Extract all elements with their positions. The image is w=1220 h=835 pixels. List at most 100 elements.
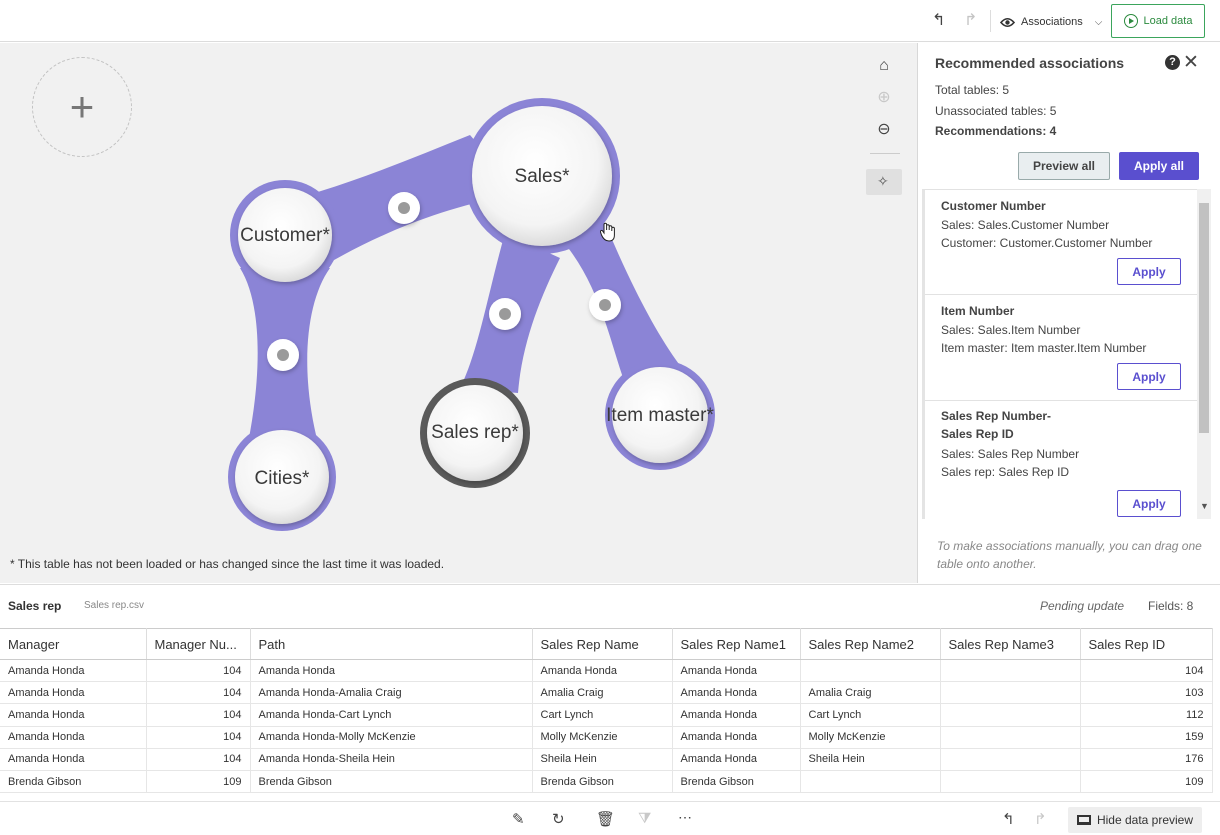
toolbar-divider	[990, 10, 991, 32]
preview-all-button[interactable]: Preview all	[1018, 152, 1110, 180]
table-row: Amanda Honda 104 Amanda Honda-Cart Lynch…	[0, 703, 1213, 727]
column-header[interactable]: Manager	[0, 628, 147, 660]
recommendation-card: Item Number Sales: Sales.Item Number Ite…	[925, 295, 1199, 401]
data-preview-header: Sales rep Sales rep.csv Pending update F…	[0, 584, 1220, 626]
bottom-toolbar: ✎ ↻ 🗑 ⧩ ⋯ ↰ ↱ Hide data preview	[0, 801, 1220, 835]
apply-all-button[interactable]: Apply all	[1119, 152, 1199, 180]
table-cell: Amanda Honda	[672, 659, 801, 683]
edit-icon[interactable]: ✎	[512, 810, 525, 828]
scroll-down-icon[interactable]: ▼	[1200, 501, 1209, 511]
canvas-footnote: * This table has not been loaded or has …	[10, 557, 445, 571]
associations-dropdown[interactable]: Associations ⌵	[994, 9, 1108, 35]
refresh-icon[interactable]: ↻	[552, 810, 565, 828]
recommendation-line: Item master: Item master.Item Number	[941, 341, 1147, 355]
table-cell: Amalia Craig	[532, 681, 673, 705]
table-cell	[940, 748, 1081, 771]
monitor-icon	[1076, 815, 1091, 825]
eye-icon	[1000, 17, 1015, 27]
help-icon[interactable]: ?	[1165, 55, 1180, 70]
delete-icon[interactable]: 🗑	[596, 810, 615, 828]
filter-icon: ⧩	[638, 810, 652, 827]
sales-node-label: Sales*	[514, 166, 570, 187]
undo-icon[interactable]: ↰	[932, 11, 945, 31]
table-cell: Amanda Honda-Amalia Craig	[250, 681, 533, 705]
table-cell: Brenda Gibson	[672, 770, 801, 794]
recommendation-line: Sales: Sales.Customer Number	[941, 218, 1110, 232]
table-cell: Brenda Gibson	[250, 770, 533, 794]
preview-file-name: Sales rep.csv	[84, 600, 145, 611]
table-cell: 104	[146, 748, 251, 771]
close-icon[interactable]: ✕	[1183, 51, 1199, 74]
table-cell	[940, 703, 1081, 727]
scrollbar-thumb[interactable]	[1199, 203, 1209, 433]
table-cell: Molly McKenzie	[532, 726, 673, 749]
chevron-down-icon: ⌵	[1094, 16, 1103, 28]
table-header-row: Manager Manager Nu... Path Sales Rep Nam…	[0, 628, 1213, 660]
table-cell: 159	[1080, 726, 1213, 749]
manual-association-hint: To make associations manually, you can d…	[937, 539, 1202, 571]
zoom-in-icon: ⊕	[877, 89, 891, 106]
table-cell: Amanda Honda	[672, 681, 801, 705]
play-icon	[1123, 14, 1138, 28]
table-cell: Amanda Honda-Sheila Hein	[250, 748, 533, 771]
table-cell: Amalia Craig	[800, 681, 941, 705]
recommendation-title: Sales Rep Number-Sales Rep ID	[941, 409, 1052, 441]
table-cell: Amanda Honda-Cart Lynch	[250, 703, 533, 727]
link-sales-itemmaster	[560, 223, 690, 383]
preview-table-name: Sales rep	[8, 599, 62, 613]
table-cell: Brenda Gibson	[0, 770, 147, 794]
recommendation-list[interactable]: Customer Number Sales: Sales.Customer Nu…	[922, 189, 1208, 519]
table-cell	[800, 659, 941, 683]
redo-icon: ↱	[964, 12, 978, 29]
association-graph	[228, 98, 715, 531]
apply-button[interactable]: Apply	[1117, 258, 1181, 285]
table-cell: Amanda Honda	[532, 659, 673, 683]
table-cell: Amanda Honda	[0, 748, 147, 771]
table-cell: Cart Lynch	[800, 703, 941, 727]
tool-divider	[870, 153, 900, 154]
column-header[interactable]: Sales Rep Name2	[800, 628, 941, 660]
column-header[interactable]: Sales Rep ID	[1080, 628, 1213, 660]
table-cell: 104	[146, 726, 251, 749]
load-data-label: Load data	[1143, 15, 1193, 27]
apply-button[interactable]: Apply	[1117, 363, 1181, 390]
recommendation-line: Sales: Sales Rep Number	[941, 447, 1080, 461]
column-header[interactable]: Sales Rep Name1	[672, 628, 801, 660]
column-header[interactable]: Sales Rep Name3	[940, 628, 1081, 660]
table-cell: 104	[146, 659, 251, 683]
table-cell	[940, 770, 1081, 794]
load-data-button[interactable]: Load data	[1111, 4, 1205, 38]
hide-data-preview-button[interactable]: Hide data preview	[1068, 807, 1202, 833]
home-icon[interactable]: ⌂	[866, 57, 902, 75]
total-tables: Total tables: 5	[935, 83, 1010, 97]
customer-node-label: Customer*	[240, 225, 330, 246]
zoom-out-icon[interactable]: ⊖	[866, 119, 902, 139]
column-header[interactable]: Path	[250, 628, 533, 660]
panel-scrollbar[interactable]	[1197, 189, 1211, 519]
table-cell: Amanda Honda	[672, 726, 801, 749]
magic-wand-button[interactable]: ✧	[866, 169, 902, 195]
data-preview-table: Manager Manager Nu... Path Sales Rep Nam…	[0, 628, 1213, 794]
table-cell: Amanda Honda	[250, 659, 533, 683]
recommendation-card: Customer Number Sales: Sales.Customer Nu…	[925, 190, 1199, 295]
more-icon[interactable]: ⋯	[678, 809, 692, 826]
column-header[interactable]: Sales Rep Name	[532, 628, 673, 660]
table-cell: 104	[146, 681, 251, 705]
table-cell: Amanda Honda	[0, 703, 147, 727]
column-header[interactable]: Manager Nu...	[146, 628, 251, 660]
table-row: Amanda Honda 104 Amanda Honda Amanda Hon…	[0, 659, 1213, 683]
table-row: Amanda Honda 104 Amanda Honda-Amalia Cra…	[0, 681, 1213, 705]
recommendation-title: Item Number	[941, 304, 1015, 318]
unassociated-tables: Unassociated tables: 5	[935, 104, 1057, 118]
table-cell: 112	[1080, 703, 1213, 727]
table-cell: 176	[1080, 748, 1213, 771]
apply-button[interactable]: Apply	[1117, 490, 1181, 517]
fields-count: Fields: 8	[1148, 599, 1194, 613]
table-cell: 103	[1080, 681, 1213, 705]
top-toolbar: ↰ ↱ Associations ⌵ Load data	[0, 0, 1220, 42]
table-cell: Amanda Honda-Molly McKenzie	[250, 726, 533, 749]
redo-icon: ↱	[1034, 811, 1047, 828]
undo-icon[interactable]: ↰	[1002, 810, 1015, 828]
table-cell: 104	[146, 703, 251, 727]
model-canvas[interactable]: + Customer* Sales* Cities* Sales rep* It…	[0, 43, 918, 583]
